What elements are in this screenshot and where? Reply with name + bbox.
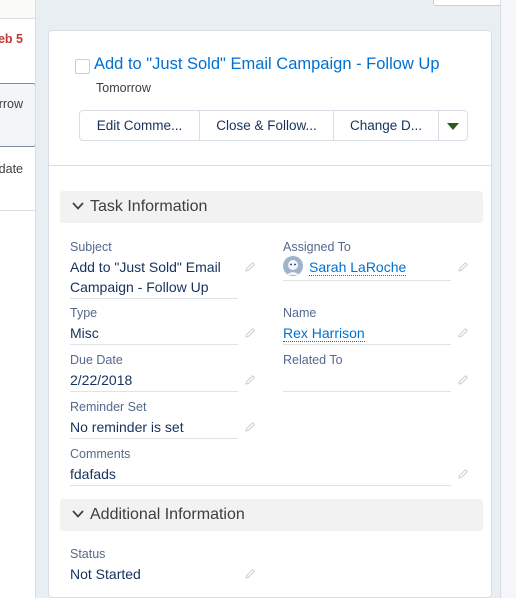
field-underline: [283, 280, 451, 281]
field-value: Rex Harrison: [283, 323, 365, 343]
field-comments: Comments fdafads: [70, 447, 469, 486]
user-avatar-icon: [283, 256, 303, 277]
list-item-selected[interactable]: Tomorrow: [0, 83, 35, 147]
section-title: Additional Information: [90, 506, 245, 523]
field-subject: Subject Add to "Just Sold" Email Campaig…: [70, 240, 256, 299]
list-divider: [0, 210, 35, 211]
task-title[interactable]: Add to "Just Sold" Email Campaign - Foll…: [94, 55, 440, 74]
pencil-icon[interactable]: [244, 421, 256, 433]
chevron-down-icon: [72, 510, 84, 518]
field-value: Sarah LaRoche: [283, 256, 407, 278]
field-value: Misc: [70, 325, 99, 341]
field-label: Status: [70, 547, 106, 561]
section-title: Task Information: [90, 198, 208, 215]
field-assigned-to: Assigned To Sarah LaRoche: [283, 240, 469, 281]
pencil-icon[interactable]: [244, 374, 256, 386]
field-type: Type Misc: [70, 306, 256, 345]
pencil-icon[interactable]: [244, 261, 256, 273]
field-label: Reminder Set: [70, 400, 147, 414]
pencil-icon[interactable]: [244, 327, 256, 339]
field-status: Status Not Started: [70, 547, 256, 584]
list-item-label-2[interactable]: Update: [0, 162, 23, 176]
right-edge-strip: [500, 0, 516, 598]
list-item-label: Tomorrow: [0, 97, 23, 111]
field-value-line1: Add to "Just Sold" Email: [70, 259, 221, 275]
chevron-down-icon: [72, 202, 84, 210]
field-underline: [70, 485, 451, 486]
caret-down-icon: [447, 123, 459, 130]
task-complete-checkbox[interactable]: [75, 59, 90, 74]
field-value: fdafads: [70, 466, 116, 482]
field-label: Subject: [70, 240, 112, 254]
field-related-to: Related To: [283, 353, 469, 392]
name-link[interactable]: Rex Harrison: [283, 325, 365, 342]
field-underline: [283, 391, 451, 392]
task-header: Add to "Just Sold" Email Campaign - Foll…: [49, 31, 491, 166]
assigned-user-link[interactable]: Sarah LaRoche: [309, 259, 407, 276]
list-date-label: Feb 5: [0, 32, 23, 46]
field-label: Related To: [283, 353, 343, 367]
field-value: No reminder is set: [70, 419, 184, 435]
field-underline: [283, 344, 451, 345]
left-panel-topbar: [0, 0, 35, 19]
close-follow-up-button[interactable]: Close & Follow...: [200, 111, 334, 140]
edit-comments-button[interactable]: Edit Comme...: [80, 111, 200, 140]
section-additional-information[interactable]: Additional Information: [60, 499, 483, 531]
more-actions-button[interactable]: [439, 111, 467, 140]
pencil-icon[interactable]: [457, 261, 469, 273]
field-value-line2: Campaign - Follow Up: [70, 279, 209, 295]
pencil-icon[interactable]: [244, 568, 256, 580]
task-detail-card: Add to "Just Sold" Email Campaign - Foll…: [48, 30, 492, 598]
pencil-icon[interactable]: [457, 468, 469, 480]
field-label: Assigned To: [283, 240, 351, 254]
field-label: Due Date: [70, 353, 123, 367]
field-name: Name Rex Harrison: [283, 306, 469, 345]
field-label: Type: [70, 306, 98, 320]
field-underline: [70, 298, 238, 299]
pencil-icon[interactable]: [457, 327, 469, 339]
top-strip: [36, 0, 516, 19]
field-underline: [70, 391, 238, 392]
action-button-group: Edit Comme... Close & Follow... Change D…: [79, 110, 468, 141]
field-reminder-set: Reminder Set No reminder is set: [70, 400, 256, 439]
task-list-panel: Feb 5 Tomorrow Update: [0, 0, 36, 598]
task-due-label: Tomorrow: [96, 81, 151, 95]
field-label: Comments: [70, 447, 131, 461]
field-value: 2/22/2018: [70, 372, 133, 388]
change-date-button[interactable]: Change D...: [334, 111, 439, 140]
section-task-information[interactable]: Task Information: [60, 191, 483, 223]
field-due-date: Due Date 2/22/2018: [70, 353, 256, 392]
field-underline: [70, 438, 238, 439]
pencil-icon[interactable]: [457, 374, 469, 386]
field-value: Not Started: [70, 566, 141, 582]
field-underline: [70, 344, 238, 345]
field-label: Name: [283, 306, 317, 320]
